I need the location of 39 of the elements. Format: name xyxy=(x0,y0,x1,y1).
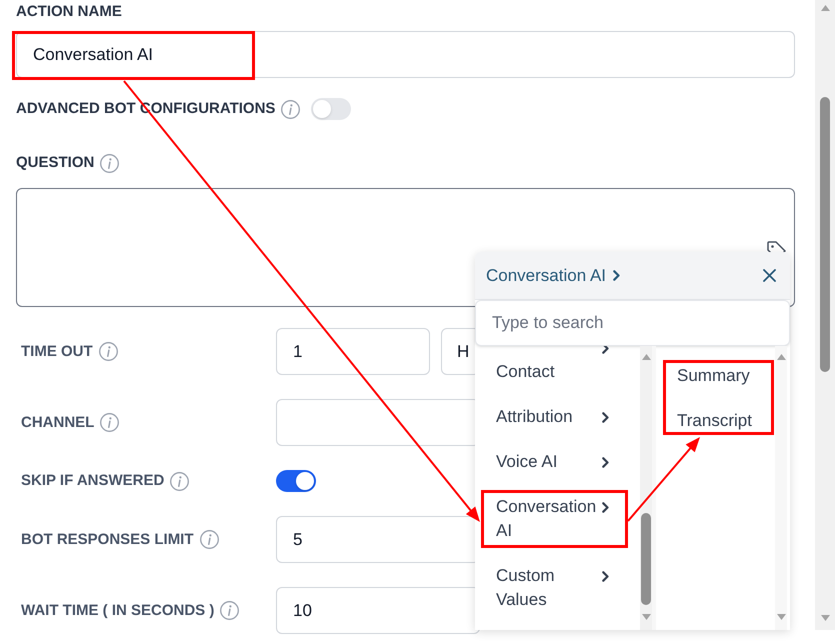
info-icon[interactable] xyxy=(281,100,300,118)
scroll-down-icon[interactable] xyxy=(642,614,650,620)
scroll-down-icon[interactable] xyxy=(820,615,830,621)
input-field[interactable]: 1 xyxy=(276,328,430,375)
field-label: WAIT TIME ( IN SECONDS ) xyxy=(21,600,214,620)
info-icon[interactable] xyxy=(200,530,219,549)
menu-item[interactable]: Voice AI xyxy=(475,440,640,484)
scroll-up-icon[interactable] xyxy=(820,5,830,11)
close-icon[interactable] xyxy=(763,269,776,282)
menu-item[interactable]: Summary xyxy=(656,354,775,398)
menu-item[interactable]: Attribution xyxy=(475,394,640,440)
chevron-right-icon xyxy=(613,270,620,281)
field-label: BOT RESPONSES LIMIT xyxy=(21,530,194,550)
scrollbar-thumb[interactable] xyxy=(820,97,830,372)
input-field[interactable]: Conversation AI xyxy=(16,31,795,78)
scrollbar-thumb[interactable] xyxy=(641,513,651,605)
scroll-up-icon[interactable] xyxy=(776,354,786,360)
chevron-right-icon xyxy=(602,456,609,468)
chevron-right-icon xyxy=(602,412,609,422)
info-icon[interactable] xyxy=(220,601,240,620)
info-icon[interactable] xyxy=(100,413,120,432)
field-label: CHANNEL xyxy=(21,412,94,432)
toggle-switch[interactable] xyxy=(276,470,316,492)
input-field[interactable]: 10 xyxy=(276,587,480,634)
field-label: TIME OUT xyxy=(21,342,93,362)
field-label: ACTION NAME xyxy=(16,2,122,22)
info-icon[interactable] xyxy=(100,154,120,172)
field-label: SKIP IF ANSWERED xyxy=(21,471,164,491)
scroll-down-icon[interactable] xyxy=(776,614,786,620)
search-field[interactable]: Type to search xyxy=(475,300,790,346)
field-label: QUESTION xyxy=(16,153,94,173)
info-icon[interactable] xyxy=(98,342,118,361)
info-icon[interactable] xyxy=(170,472,190,490)
menu-item[interactable]: Transcript xyxy=(656,398,775,444)
chevron-right-icon xyxy=(602,570,609,582)
chevron-right-icon xyxy=(602,502,609,512)
toggle-switch[interactable] xyxy=(311,98,352,120)
breadcrumb-button[interactable]: Conversation AI xyxy=(486,262,620,288)
scroll-up-icon[interactable] xyxy=(642,354,650,360)
